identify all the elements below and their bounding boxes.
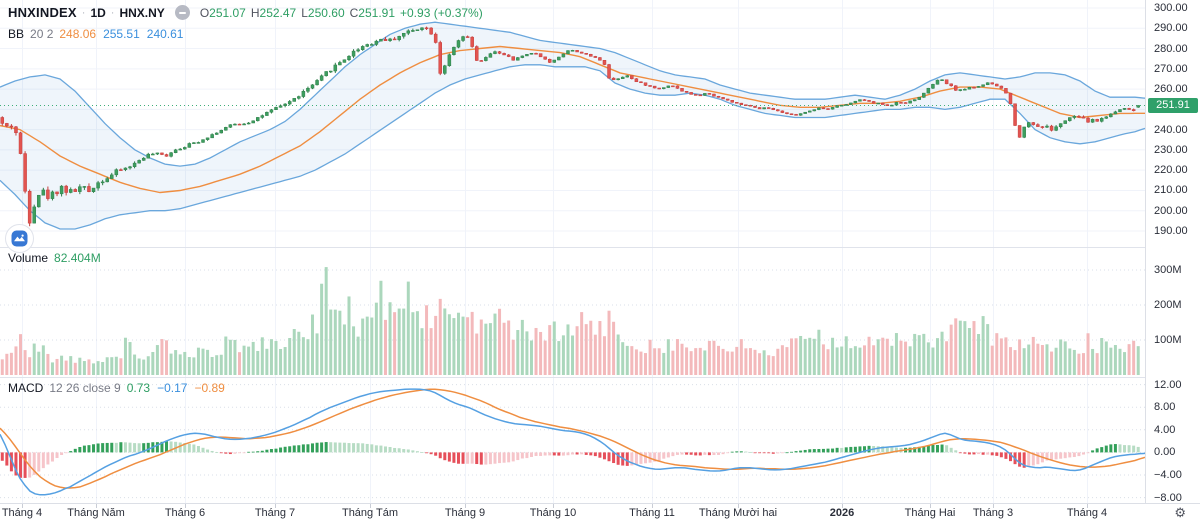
volume-indicator-legend[interactable]: Volume 82.404M	[8, 251, 101, 265]
close-key: C	[350, 6, 359, 20]
price-tick-label: 270.00	[1154, 63, 1188, 75]
macd-line-value: −0.17	[157, 381, 187, 395]
time-tick-label: Tháng 4	[2, 507, 42, 519]
last-price-badge: 251.91	[1148, 98, 1198, 113]
open-value: 251.07	[209, 6, 246, 20]
time-tick-label: Tháng Hai	[905, 507, 956, 519]
minus-icon	[179, 12, 186, 14]
macd-tick-label: −4.00	[1154, 469, 1182, 481]
price-tick-label: 220.00	[1154, 164, 1188, 176]
time-tick-label: Tháng 7	[255, 507, 295, 519]
price-chart-canvas[interactable]	[0, 0, 1145, 503]
price-tick-label: 260.00	[1154, 83, 1188, 95]
time-tick-label: Tháng 4	[1067, 507, 1107, 519]
volume-name: Volume	[8, 251, 48, 265]
price-tick-label: 210.00	[1154, 184, 1188, 196]
time-tick-label: Tháng 9	[445, 507, 485, 519]
volume-value: 82.404M	[54, 251, 101, 265]
bb-params: 20 2	[30, 27, 53, 41]
bb-lower-value: 240.61	[147, 27, 184, 41]
price-tick-label: 300.00	[1154, 2, 1188, 14]
price-tick-label: 280.00	[1154, 43, 1188, 55]
interval-label: 1D	[90, 6, 105, 20]
volume-tick-label: 300M	[1154, 264, 1182, 276]
macd-tick-label: 0.00	[1154, 446, 1175, 458]
main-series-legend[interactable]: HNXINDEX · 1D · HNX.NY O251.07 H252.47 L…	[8, 5, 483, 20]
time-tick-label: Tháng 11	[629, 507, 675, 519]
high-value: 252.47	[260, 6, 297, 20]
ohlc-readout: O251.07 H252.47 L250.60 C251.91 +0.93 (+…	[200, 6, 483, 20]
bb-indicator-legend[interactable]: BB 20 2 248.06 255.51 240.61	[8, 27, 183, 41]
separator-dot: ·	[82, 7, 86, 19]
symbol-name: HNXINDEX	[8, 5, 77, 20]
price-tick-label: 190.00	[1154, 225, 1188, 237]
time-tick-label: Tháng 6	[165, 507, 205, 519]
macd-name: MACD	[8, 381, 43, 395]
macd-tick-label: 4.00	[1154, 424, 1175, 436]
change-value: +0.93 (+0.37%)	[400, 6, 483, 20]
time-tick-label: Tháng 10	[530, 507, 576, 519]
hide-series-button[interactable]	[175, 5, 190, 20]
bb-name: BB	[8, 27, 24, 41]
gear-icon[interactable]: ⚙	[1174, 505, 1186, 521]
close-value: 251.91	[358, 6, 395, 20]
exchange-logo-button[interactable]	[5, 224, 34, 253]
low-value: 250.60	[308, 6, 345, 20]
exchange-label: HNX.NY	[119, 6, 164, 20]
high-key: H	[251, 6, 260, 20]
bb-upper-value: 255.51	[103, 27, 140, 41]
separator-dot: ·	[111, 7, 115, 19]
price-tick-label: 230.00	[1154, 144, 1188, 156]
price-tick-label: 290.00	[1154, 22, 1188, 34]
low-key: L	[301, 6, 308, 20]
mountain-logo-icon	[11, 230, 28, 247]
price-tick-label: 240.00	[1154, 124, 1188, 136]
volume-tick-label: 200M	[1154, 299, 1182, 311]
macd-indicator-legend[interactable]: MACD 12 26 close 9 0.73 −0.17 −0.89	[8, 381, 225, 395]
macd-params: 12 26 close 9	[49, 381, 120, 395]
price-tick-label: 200.00	[1154, 205, 1188, 217]
macd-signal-value: −0.89	[194, 381, 224, 395]
time-tick-label: Tháng Mười hai	[699, 507, 777, 519]
volume-tick-label: 100M	[1154, 334, 1182, 346]
macd-tick-label: 8.00	[1154, 401, 1175, 413]
bb-basis-value: 248.06	[59, 27, 96, 41]
time-tick-label: Tháng 3	[973, 507, 1013, 519]
time-tick-label: Tháng Tám	[342, 507, 398, 519]
price-scale-axis[interactable]: 251.91 300.00290.00280.00270.00260.00250…	[1145, 0, 1200, 503]
macd-hist-value: 0.73	[127, 381, 150, 395]
macd-tick-label: −8.00	[1154, 492, 1182, 504]
macd-tick-label: 12.00	[1154, 379, 1182, 391]
time-tick-label: 2026	[830, 507, 854, 519]
open-key: O	[200, 6, 209, 20]
time-scale-axis[interactable]: ⚙ Tháng 4 Tháng Năm Tháng 6 Tháng 7 Tháng Tá…	[0, 503, 1200, 522]
time-tick-label: Tháng Năm	[67, 507, 124, 519]
